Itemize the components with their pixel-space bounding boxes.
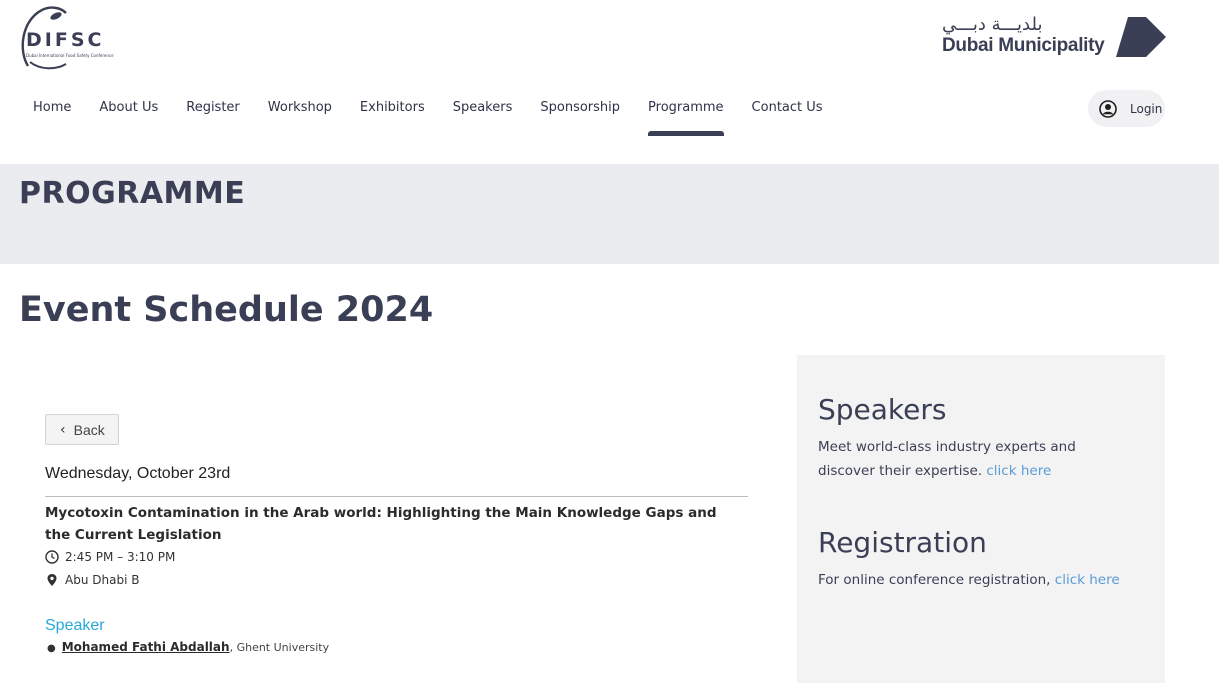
- login-button[interactable]: Login: [1088, 90, 1165, 127]
- banner-title: PROGRAMME: [19, 176, 246, 211]
- session-time: 2:45 PM – 3:10 PM: [45, 550, 175, 564]
- registration-click-here-link[interactable]: click here: [1055, 572, 1120, 588]
- sidebar-speakers-line2: discover their expertise.: [818, 463, 983, 479]
- site-header: DIFSC Dubai International Food Safety Co…: [0, 0, 1219, 164]
- main-nav: Home About Us Register Workshop Exhibito…: [19, 96, 837, 136]
- sidebar-registration-title: Registration: [818, 526, 987, 559]
- page-title: Event Schedule 2024: [19, 290, 434, 330]
- nav-programme[interactable]: Programme: [634, 96, 738, 136]
- nav-register[interactable]: Register: [172, 96, 254, 136]
- divider: [45, 496, 748, 497]
- difsc-wordmark: DIFSC: [26, 29, 105, 51]
- difsc-logo[interactable]: DIFSC Dubai International Food Safety Co…: [20, 4, 114, 72]
- speaker-heading: Speaker: [45, 617, 105, 634]
- dubai-municipality-chevron-icon: [1116, 17, 1166, 57]
- map-pin-icon: [47, 574, 57, 586]
- speaker-name-link[interactable]: Mohamed Fathi Abdallah: [62, 640, 230, 654]
- session-title: Mycotoxin Contamination in the Arab worl…: [45, 505, 717, 543]
- speakers-click-here-link[interactable]: click here: [986, 463, 1051, 479]
- session-location-text: Abu Dhabi B: [65, 573, 140, 587]
- nav-contact-us[interactable]: Contact Us: [738, 96, 837, 136]
- session-date: Wednesday, October 23rd: [45, 465, 231, 482]
- sidebar-speakers-text: Meet world-class industry experts and di…: [818, 435, 1118, 483]
- dubai-municipality-arabic: بلديـــة دبـــي: [942, 14, 1043, 35]
- sidebar-speakers-line1: Meet world-class industry experts and: [818, 439, 1076, 455]
- session-location: Abu Dhabi B: [45, 573, 139, 587]
- nav-exhibitors[interactable]: Exhibitors: [346, 96, 439, 136]
- bullet: ●: [47, 643, 56, 654]
- nav-about-us[interactable]: About Us: [85, 96, 172, 136]
- back-label: Back: [73, 421, 105, 438]
- sidebar: Speakers Meet world-class industry exper…: [797, 355, 1165, 683]
- difsc-subtitle: Dubai International Food Safety Conferen…: [26, 53, 114, 58]
- login-label: Login: [1130, 101, 1163, 116]
- back-button[interactable]: ‹ Back: [45, 414, 119, 445]
- chevron-left-icon: ‹: [60, 421, 66, 438]
- sidebar-registration-text: For online conference registration, clic…: [818, 568, 1158, 592]
- page-banner: PROGRAMME: [0, 164, 1219, 264]
- nav-sponsorship[interactable]: Sponsorship: [526, 96, 634, 136]
- dubai-municipality-logo[interactable]: بلديـــة دبـــي Dubai Municipality: [942, 14, 1168, 60]
- nav-speakers[interactable]: Speakers: [439, 96, 527, 136]
- user-circle-icon: [1099, 99, 1117, 118]
- session-time-text: 2:45 PM – 3:10 PM: [65, 550, 176, 564]
- nav-home[interactable]: Home: [19, 96, 85, 136]
- list-item: ● Mohamed Fathi Abdallah, Ghent Universit…: [47, 640, 329, 654]
- sidebar-registration-line: For online conference registration,: [818, 572, 1051, 588]
- nav-workshop[interactable]: Workshop: [254, 96, 346, 136]
- sidebar-speakers-title: Speakers: [818, 393, 947, 426]
- clock-icon: [45, 550, 59, 564]
- speaker-affiliation: , Ghent University: [229, 641, 330, 654]
- dubai-municipality-english: Dubai Municipality: [942, 35, 1105, 56]
